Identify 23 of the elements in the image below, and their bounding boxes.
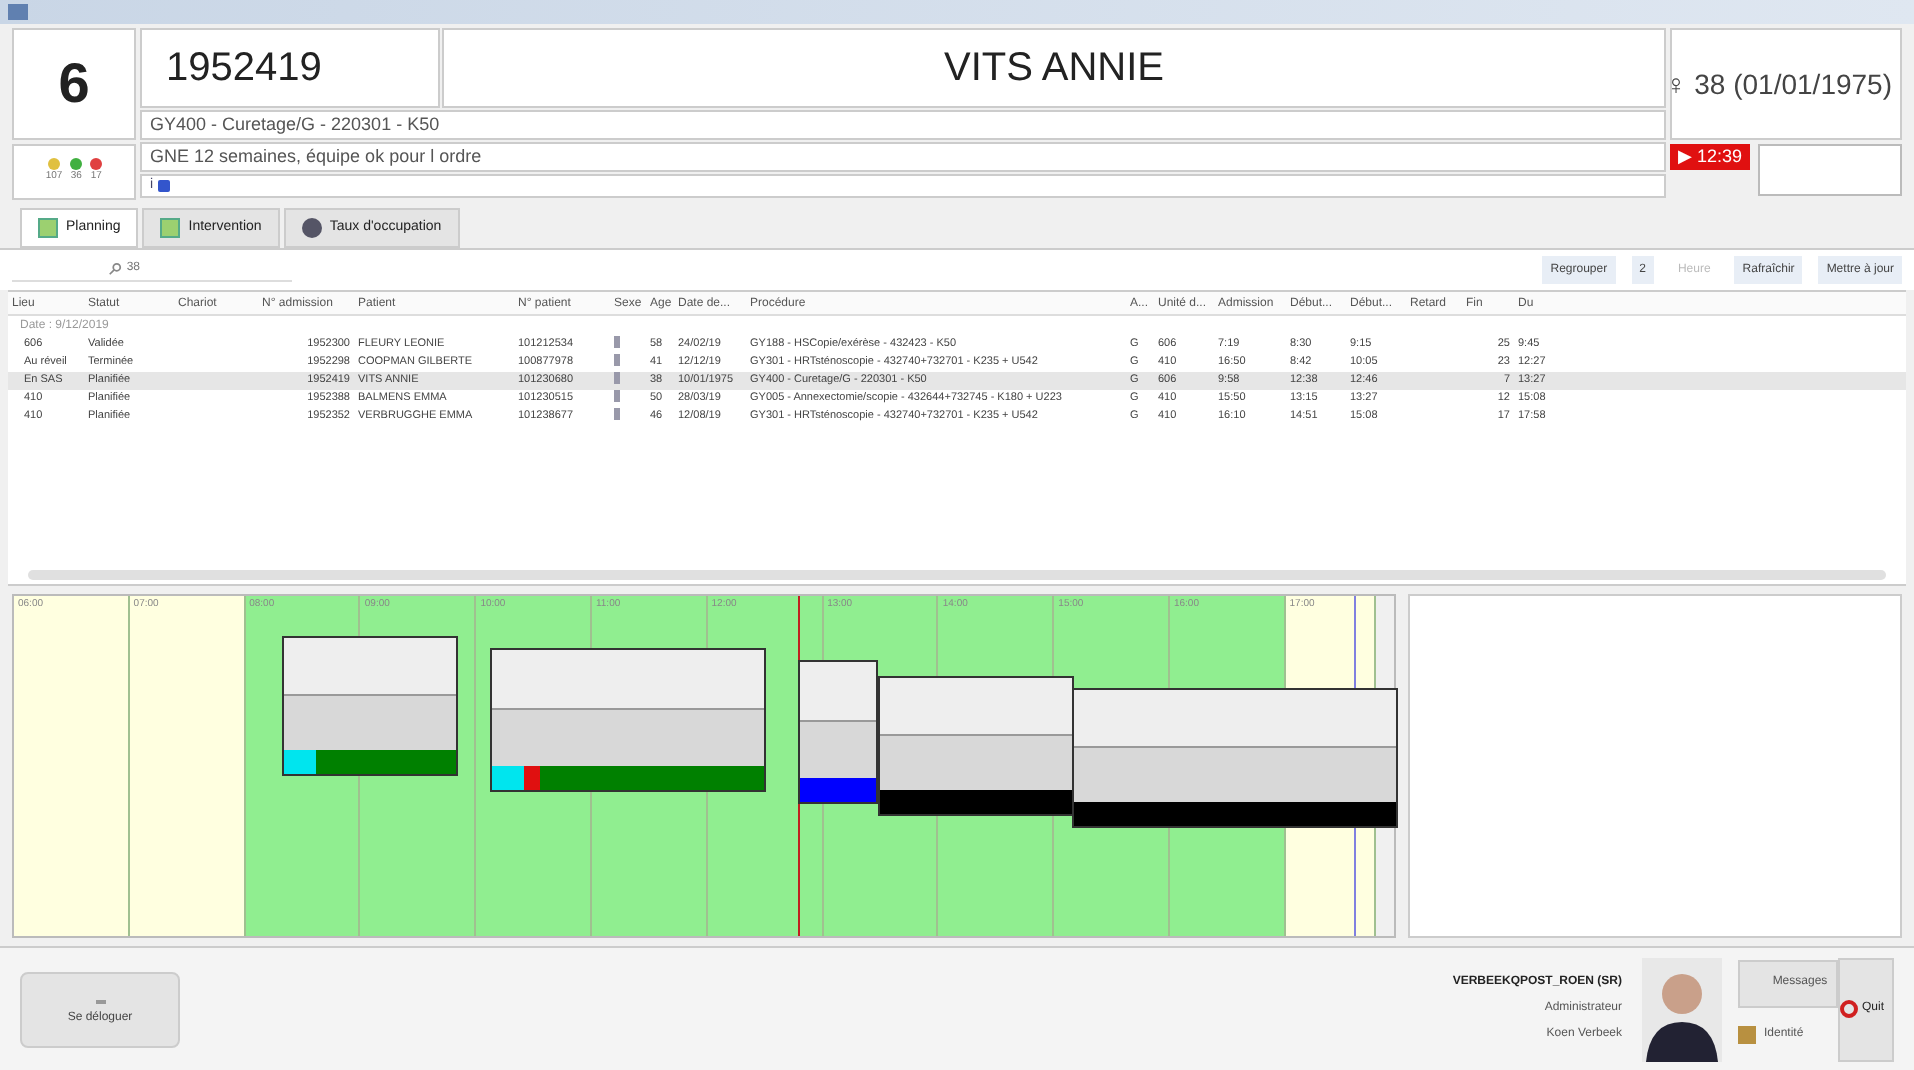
procedure-text: GY400 - Curetage/G - 220301 - K50 (140, 110, 1666, 140)
surgery-block[interactable] (1072, 688, 1398, 828)
app-icon (8, 4, 28, 20)
empty-field[interactable] (1758, 144, 1902, 196)
surgery-block[interactable] (798, 660, 878, 804)
scrollbar[interactable] (28, 570, 1886, 580)
admission-number: 1952419 (140, 28, 440, 108)
note-text: GNE 12 semaines, équipe ok pour l ordre (140, 142, 1666, 172)
patient-name: VITS ANNIE (442, 28, 1666, 108)
card-icon (157, 180, 170, 192)
surgery-block[interactable] (878, 676, 1074, 816)
gauge-icon (301, 218, 322, 238)
quit-icon (1840, 1000, 1858, 1018)
search-icon (108, 262, 123, 276)
calendar-icon (38, 218, 58, 238)
patient-age: ♀ 38 (01/01/1975) (1670, 28, 1902, 140)
avatar (1642, 957, 1722, 1061)
surgery-block[interactable] (282, 636, 458, 776)
id-card-icon (1738, 1026, 1756, 1044)
timer-badge: ▶ 12:39 (1670, 144, 1751, 170)
room-number: 6 (12, 28, 136, 140)
surgery-block[interactable] (490, 648, 766, 792)
calendar-icon (160, 218, 181, 238)
